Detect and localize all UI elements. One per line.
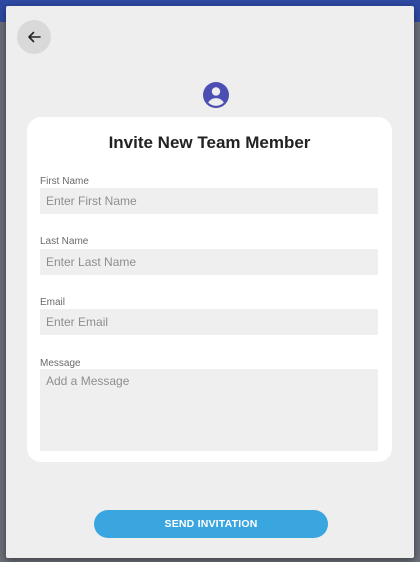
message-label: Message [40,358,81,369]
arrow-left-icon [28,31,41,43]
email-label: Email [40,297,66,308]
invite-form-card: Invite New Team Member First Name Last N… [27,117,392,462]
message-textarea[interactable] [40,369,378,451]
first-name-input[interactable] [40,188,378,214]
invite-modal: Invite New Team Member First Name Last N… [6,6,414,558]
back-button[interactable] [17,20,51,54]
email-input[interactable] [40,309,378,335]
account-circle-icon [203,82,229,108]
form-title: Invite New Team Member [108,133,311,152]
send-invitation-button[interactable]: SEND INVITATION [94,510,328,538]
first-name-label: First Name [40,176,89,187]
last-name-input[interactable] [40,249,378,275]
last-name-label: Last Name [40,236,89,247]
